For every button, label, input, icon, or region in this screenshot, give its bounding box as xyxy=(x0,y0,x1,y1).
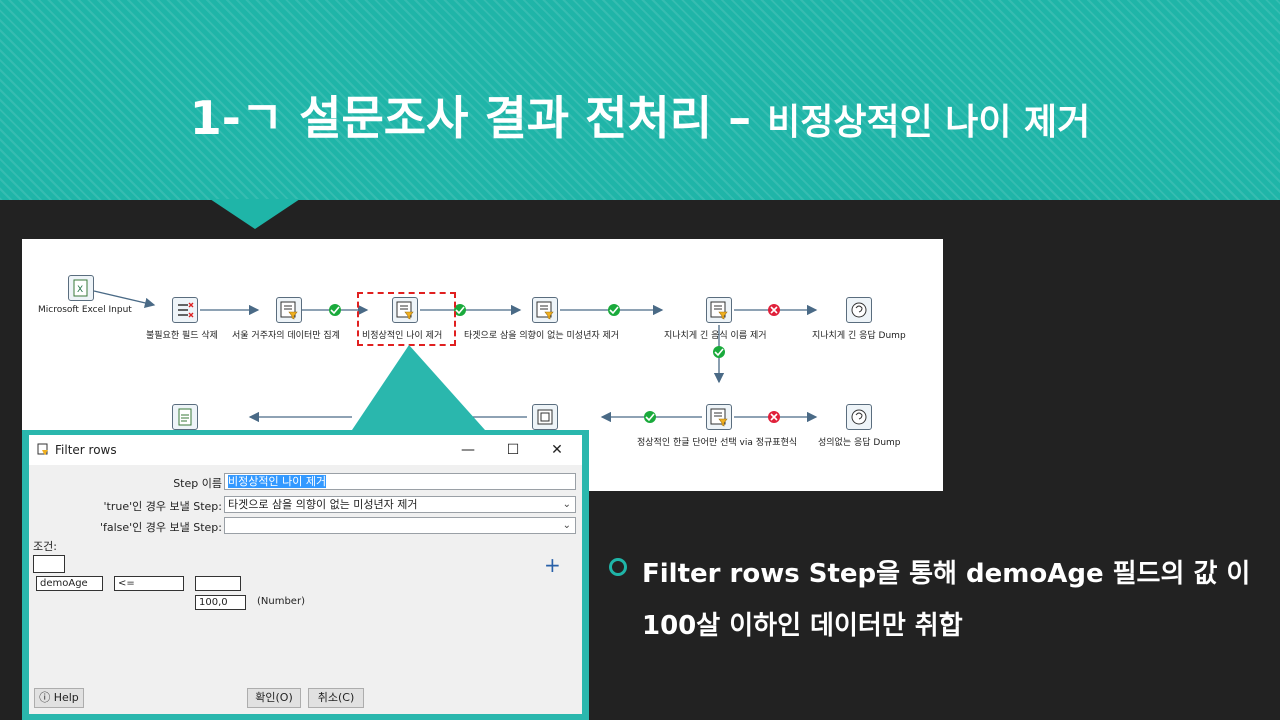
true-step-value: 타겟으로 삼을 의향이 없는 미성년자 제거 xyxy=(228,498,418,511)
false-step-select[interactable]: ⌄ xyxy=(224,517,576,534)
add-condition-button[interactable]: + xyxy=(544,553,561,577)
dialog-titlebar[interactable]: Filter rows — ☐ ✕ xyxy=(29,435,582,465)
step-name-input[interactable]: 비정상적인 나이 제거 xyxy=(224,473,576,490)
condition-negate-box[interactable] xyxy=(33,555,65,573)
condition-field[interactable]: demoAge xyxy=(36,576,103,591)
condition-label: 조건: xyxy=(33,540,57,553)
true-step-select[interactable]: 타겟으로 삼을 의향이 없는 미성년자 제거 ⌄ xyxy=(224,496,576,513)
step-name-value: 비정상적인 나이 제거 xyxy=(228,475,327,488)
false-step-label: 'false'인 경우 보낼 Step: xyxy=(99,521,222,534)
filter-rows-dialog: Filter rows — ☐ ✕ Step 이름 비정상적인 나이 제거 't… xyxy=(29,435,582,714)
condition-operator[interactable]: <= xyxy=(114,576,184,591)
help-icon: ⓘ xyxy=(39,691,51,704)
chevron-down-icon: ⌄ xyxy=(562,499,571,510)
ok-button[interactable]: 확인(O) xyxy=(247,688,301,708)
filter-icon xyxy=(37,443,48,455)
bullet-icon xyxy=(609,558,627,576)
filter-rows-dialog-frame: Filter rows — ☐ ✕ Step 이름 비정상적인 나이 제거 't… xyxy=(22,430,589,720)
condition-value[interactable]: 100,0 xyxy=(195,595,246,610)
condition-right-field[interactable] xyxy=(195,576,241,591)
help-label: Help xyxy=(53,691,79,704)
true-step-label: 'true'인 경우 보낼 Step: xyxy=(103,500,222,513)
maximize-button[interactable]: ☐ xyxy=(504,441,522,459)
step-name-label: Step 이름 xyxy=(173,477,222,490)
bullet-text: Filter rows Step을 통해 demoAge 필드의 값 이 100… xyxy=(642,559,1251,641)
minimize-button[interactable]: — xyxy=(459,441,477,459)
cancel-button[interactable]: 취소(C) xyxy=(308,688,364,708)
help-button[interactable]: ⓘ Help xyxy=(34,688,84,708)
dialog-title: Filter rows xyxy=(55,443,117,457)
condition-value-type: (Number) xyxy=(257,596,305,607)
close-button[interactable]: ✕ xyxy=(548,441,566,459)
chevron-down-icon: ⌄ xyxy=(562,520,571,531)
